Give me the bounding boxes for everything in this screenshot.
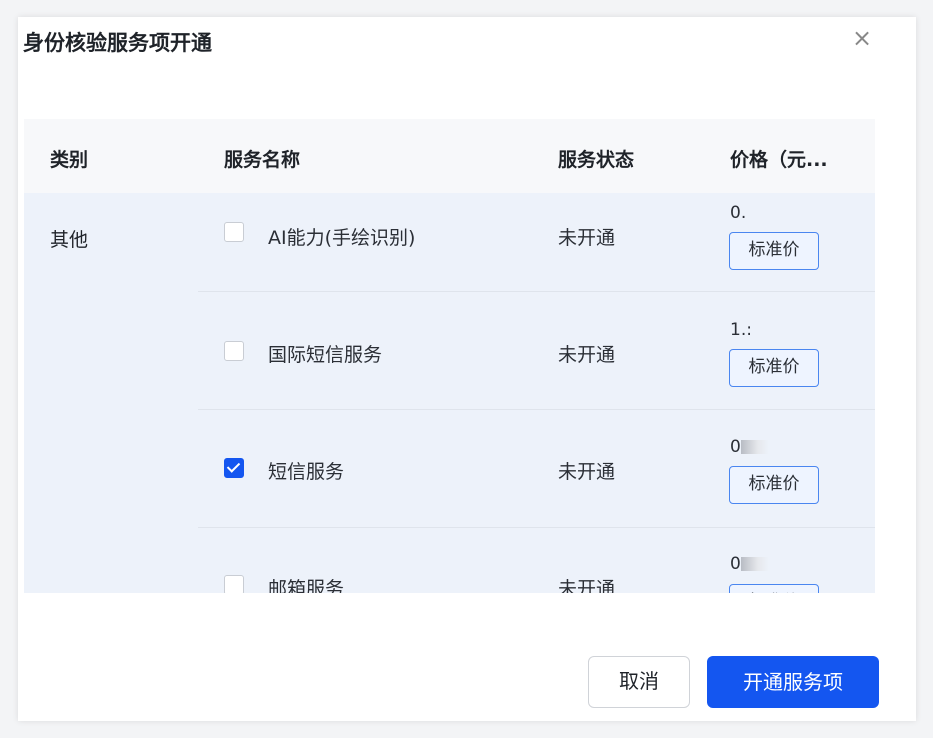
table-row: 短信服务 未开通 0 标准价 <box>198 409 875 528</box>
service-status: 未开通 <box>558 461 616 483</box>
service-price: 1.: <box>730 320 752 340</box>
row-checkbox[interactable] <box>224 458 244 478</box>
activate-services-button[interactable]: 开通服务项 <box>707 656 879 708</box>
column-header-service-name: 服务名称 <box>224 149 301 171</box>
dialog-title: 身份核验服务项开通 <box>23 31 212 55</box>
standard-price-tag: 标准价 <box>729 584 819 593</box>
column-header-price[interactable]: 价格（元... <box>730 145 828 172</box>
services-table: 类别 服务名称 服务状态 价格（元... 其他 AI能力(手绘识别) 未开通 0… <box>24 119 875 593</box>
table-row: 国际短信服务 未开通 1.: 标准价 <box>198 291 875 410</box>
service-price: 0 <box>730 437 769 457</box>
service-status: 未开通 <box>558 227 616 249</box>
standard-price-tag: 标准价 <box>729 466 819 504</box>
table-row: 邮箱服务 未开通 0 标准价 <box>198 527 875 593</box>
close-icon[interactable]: × <box>847 23 877 53</box>
standard-price-tag: 标准价 <box>729 232 819 270</box>
service-name: 短信服务 <box>268 461 345 483</box>
table-body: 其他 AI能力(手绘识别) 未开通 0. 标准价 国际短信服务 未开通 1.: … <box>24 193 875 593</box>
row-checkbox[interactable] <box>224 222 244 242</box>
service-price: 0 <box>730 554 769 574</box>
masked-price-blur <box>740 557 769 571</box>
cancel-button[interactable]: 取消 <box>588 656 690 708</box>
service-status: 未开通 <box>558 578 616 593</box>
service-price: 0. <box>730 203 747 223</box>
category-cell: 其他 <box>50 229 89 251</box>
row-checkbox[interactable] <box>224 575 244 593</box>
table-header: 类别 服务名称 服务状态 价格（元... <box>24 119 875 193</box>
service-name: AI能力(手绘识别) <box>268 227 416 249</box>
masked-price-blur <box>740 440 769 454</box>
column-header-category: 类别 <box>50 149 89 171</box>
service-activation-dialog: 身份核验服务项开通 × 类别 服务名称 服务状态 价格（元... 其他 AI能力… <box>18 17 916 721</box>
service-name: 邮箱服务 <box>268 578 345 593</box>
standard-price-tag: 标准价 <box>729 349 819 387</box>
column-header-service-status: 服务状态 <box>558 149 635 171</box>
service-name: 国际短信服务 <box>268 344 383 366</box>
row-checkbox[interactable] <box>224 341 244 361</box>
service-status: 未开通 <box>558 344 616 366</box>
